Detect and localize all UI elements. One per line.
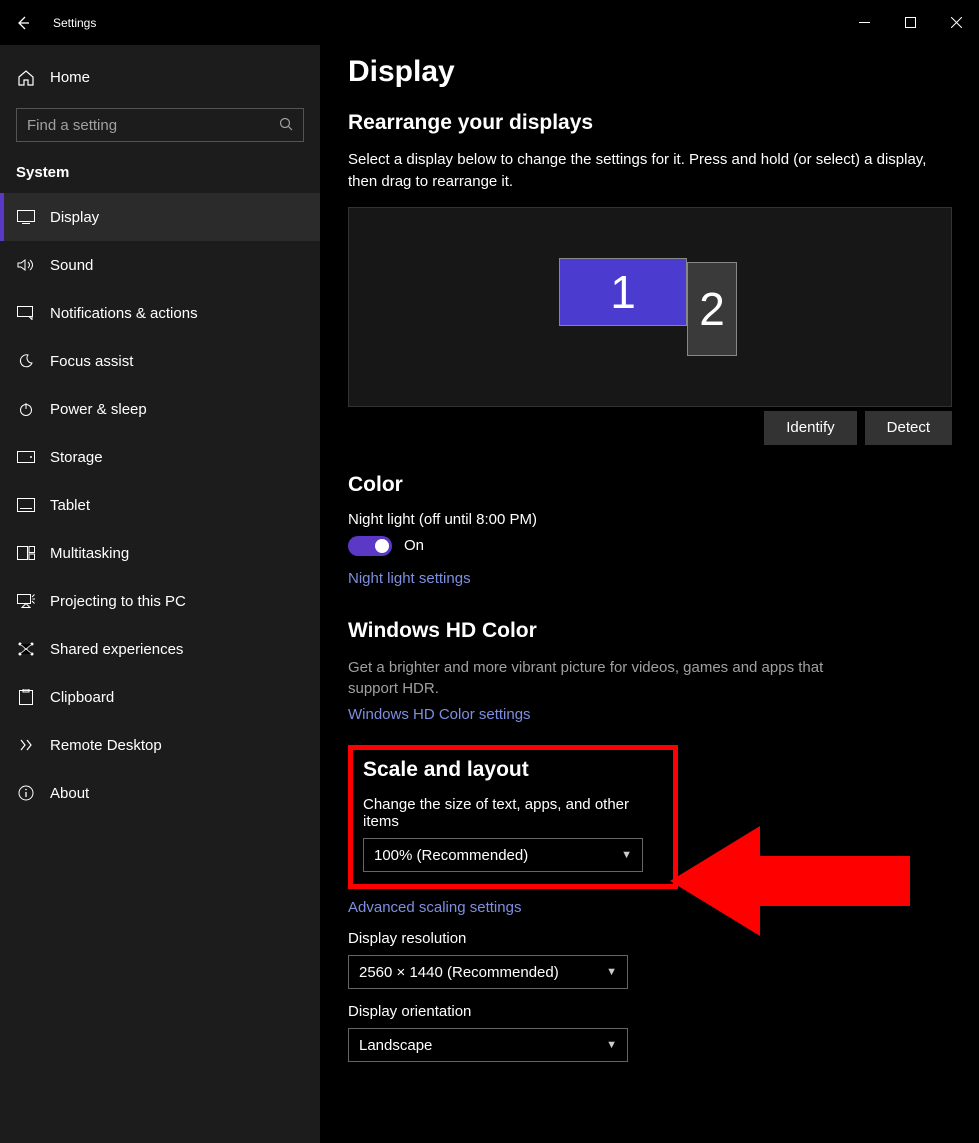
nav-list: Display Sound Notifications & actions Fo…	[0, 193, 320, 817]
night-light-settings-link[interactable]: Night light settings	[348, 570, 471, 587]
title-bar: Settings	[0, 0, 979, 45]
display-icon	[16, 210, 36, 224]
remote-icon	[16, 738, 36, 752]
close-button[interactable]	[933, 8, 979, 38]
scale-highlight: Scale and layout Change the size of text…	[348, 745, 678, 889]
nav-focus[interactable]: Focus assist	[0, 337, 320, 385]
section-label: System	[0, 158, 320, 193]
moon-icon	[16, 353, 36, 369]
info-icon	[16, 785, 36, 801]
nav-shared[interactable]: Shared experiences	[0, 625, 320, 673]
power-icon	[16, 401, 36, 417]
toggle-state: On	[404, 537, 424, 554]
home-button[interactable]: Home	[0, 55, 320, 100]
maximize-button[interactable]	[887, 8, 933, 38]
sound-icon	[16, 258, 36, 272]
sidebar: Home System Display Sound Notificat	[0, 45, 320, 1143]
nav-clipboard[interactable]: Clipboard	[0, 673, 320, 721]
nav-notifications[interactable]: Notifications & actions	[0, 289, 320, 337]
notifications-icon	[16, 306, 36, 320]
monitor-1[interactable]: 1	[559, 258, 687, 326]
nav-about[interactable]: About	[0, 769, 320, 817]
tablet-icon	[16, 498, 36, 512]
hd-title: Windows HD Color	[348, 619, 951, 643]
identify-button[interactable]: Identify	[764, 411, 856, 445]
color-title: Color	[348, 473, 951, 497]
search-input[interactable]	[27, 117, 279, 134]
orientation-label: Display orientation	[348, 1003, 951, 1020]
storage-icon	[16, 451, 36, 463]
nav-projecting[interactable]: Projecting to this PC	[0, 577, 320, 625]
orientation-dropdown[interactable]: Landscape ▼	[348, 1028, 628, 1062]
advanced-scaling-link[interactable]: Advanced scaling settings	[348, 899, 521, 916]
resolution-dropdown[interactable]: 2560 × 1440 (Recommended) ▼	[348, 955, 628, 989]
nav-storage[interactable]: Storage	[0, 433, 320, 481]
nav-multitasking[interactable]: Multitasking	[0, 529, 320, 577]
nav-power[interactable]: Power & sleep	[0, 385, 320, 433]
multitasking-icon	[16, 546, 36, 560]
back-button[interactable]	[0, 0, 45, 45]
page-title: Display	[348, 55, 951, 89]
display-arrange-area[interactable]: 1 2	[348, 207, 952, 407]
rearrange-title: Rearrange your displays	[348, 111, 951, 135]
search-icon	[279, 117, 293, 134]
annotation-arrow	[670, 826, 910, 936]
detect-button[interactable]: Detect	[865, 411, 952, 445]
nav-sound[interactable]: Sound	[0, 241, 320, 289]
hd-desc: Get a brighter and more vibrant picture …	[348, 657, 848, 701]
chevron-down-icon: ▼	[621, 849, 632, 861]
nav-display[interactable]: Display	[0, 193, 320, 241]
monitor-2[interactable]: 2	[687, 262, 737, 356]
scale-label: Change the size of text, apps, and other…	[363, 796, 663, 830]
clipboard-icon	[16, 689, 36, 705]
night-light-label: Night light (off until 8:00 PM)	[348, 511, 951, 528]
chevron-down-icon: ▼	[606, 966, 617, 978]
minimize-button[interactable]	[841, 8, 887, 38]
nav-remote[interactable]: Remote Desktop	[0, 721, 320, 769]
shared-icon	[16, 641, 36, 657]
hd-settings-link[interactable]: Windows HD Color settings	[348, 706, 531, 723]
home-label: Home	[50, 69, 90, 86]
chevron-down-icon: ▼	[606, 1039, 617, 1051]
window-title: Settings	[53, 16, 96, 30]
home-icon	[16, 69, 36, 87]
scale-title: Scale and layout	[363, 758, 663, 782]
projecting-icon	[16, 594, 36, 608]
nav-tablet[interactable]: Tablet	[0, 481, 320, 529]
rearrange-desc: Select a display below to change the set…	[348, 149, 951, 193]
main-content: Display Rearrange your displays Select a…	[320, 45, 979, 1143]
night-light-toggle[interactable]	[348, 536, 392, 556]
search-box[interactable]	[16, 108, 304, 142]
scale-dropdown[interactable]: 100% (Recommended) ▼	[363, 838, 643, 872]
